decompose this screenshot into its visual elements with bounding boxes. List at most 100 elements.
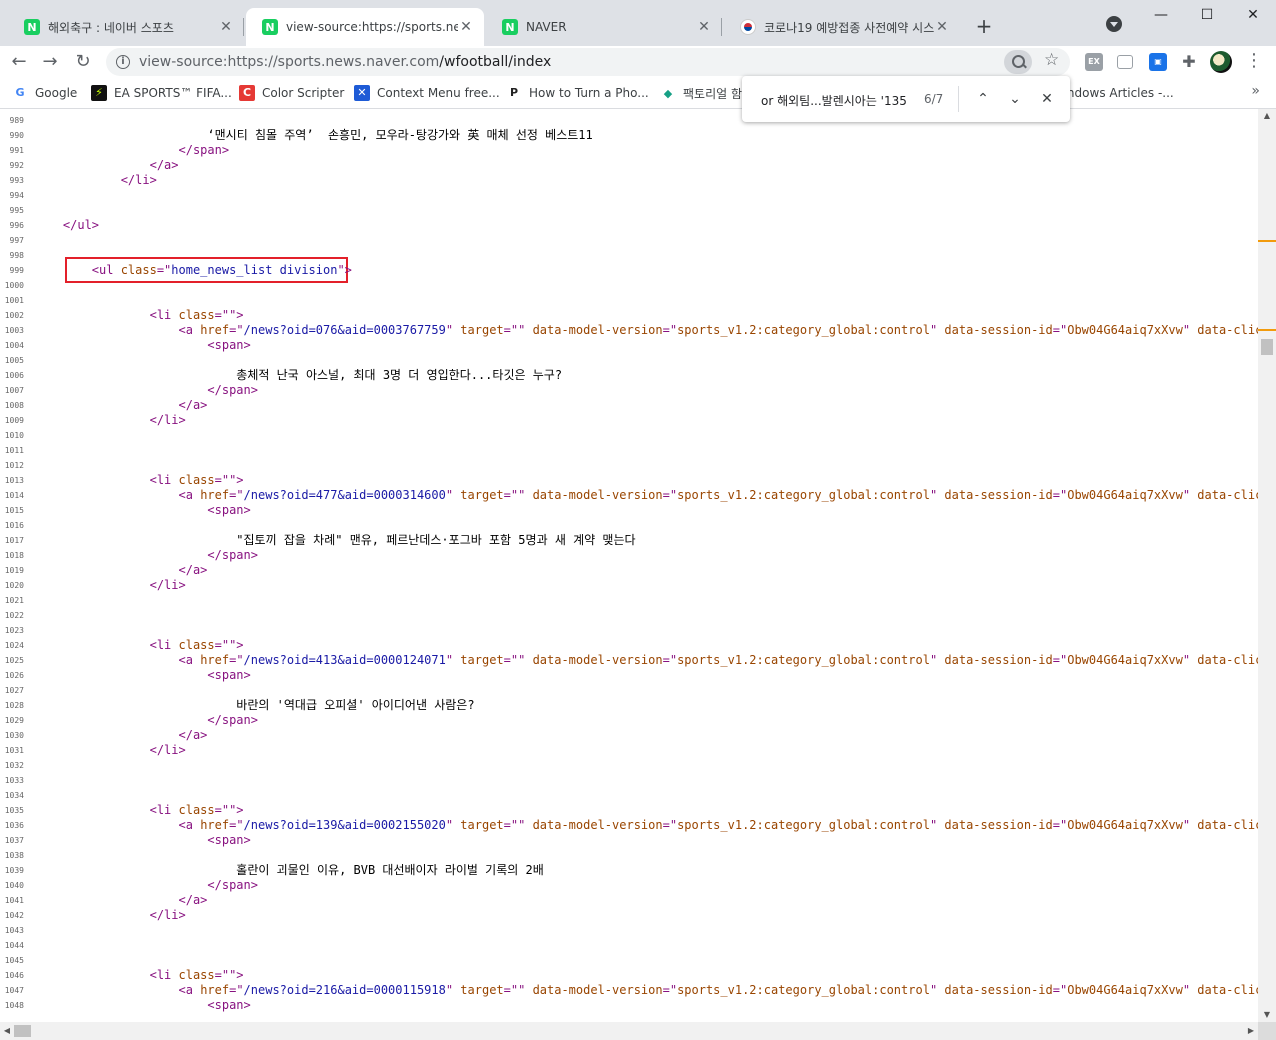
- line-number: 991: [9, 146, 24, 155]
- url-prefix: view-source:https://sports.news.naver.co…: [139, 54, 440, 70]
- line-code: <span>: [207, 338, 251, 352]
- color-scripter-icon: C: [239, 85, 255, 101]
- extension-window-icon[interactable]: [1117, 55, 1133, 69]
- horizontal-scrollbar[interactable]: ◀ ▶: [0, 1022, 1258, 1040]
- line-code: <a href="/news?oid=477&aid=0000314600" t…: [178, 488, 1259, 502]
- bookmark-star-icon[interactable]: ☆: [1044, 50, 1059, 70]
- bookmark-context-menu[interactable]: ✕ Context Menu free...: [354, 85, 500, 101]
- line-number: 992: [9, 161, 24, 170]
- bookmark-label: 팩토리얼 함: [683, 87, 743, 101]
- line-code: </span>: [207, 713, 258, 727]
- bookmark-color-scripter[interactable]: C Color Scripter: [239, 85, 344, 101]
- line-number: 1011: [4, 446, 24, 455]
- find-previous-button[interactable]: ⌃: [971, 87, 995, 111]
- line-number: 1044: [4, 941, 24, 950]
- extension-ex-icon[interactable]: EX: [1085, 53, 1103, 71]
- scroll-down-arrow-icon[interactable]: ▼: [1258, 1008, 1276, 1022]
- back-button[interactable]: ←: [5, 50, 33, 74]
- scrollbar-corner: [1258, 1022, 1276, 1040]
- vertical-scrollbar[interactable]: ▲ ▼: [1258, 109, 1276, 1022]
- tab-covid-vaccine[interactable]: 코로나19 예방접종 사전예약 시스템 ✕: [724, 8, 960, 46]
- tab-close-icon[interactable]: ✕: [458, 19, 474, 35]
- line-number: 1010: [4, 431, 24, 440]
- address-bar[interactable]: i view-source:https://sports.news.naver.…: [106, 48, 1070, 76]
- line-number: 1002: [4, 311, 24, 320]
- line-number: 1013: [4, 476, 24, 485]
- line-number: 1026: [4, 671, 24, 680]
- korea-flag-icon: [740, 19, 756, 35]
- tab-search-icon[interactable]: [1106, 16, 1122, 32]
- find-input[interactable]: or 해외팀...발렌시아는 '135: [761, 92, 907, 109]
- line-code: <span>: [207, 833, 251, 847]
- profile-avatar[interactable]: [1210, 51, 1232, 73]
- line-number: 1003: [4, 326, 24, 335]
- factorial-icon: ◆: [663, 86, 673, 100]
- vertical-scroll-thumb[interactable]: [1261, 339, 1273, 355]
- url-text[interactable]: view-source:https://sports.news.naver.co…: [139, 54, 551, 70]
- extension-translate-icon[interactable]: ▣: [1149, 53, 1167, 71]
- bookmark-label: Color Scripter: [262, 86, 345, 100]
- line-code: </a>: [178, 398, 208, 412]
- line-number: 1029: [4, 716, 24, 725]
- bookmark-windows-articles[interactable]: Windows Articles -...: [1052, 85, 1174, 101]
- more-bookmarks-icon[interactable]: »: [1251, 83, 1260, 99]
- line-code: </span>: [207, 383, 258, 397]
- chrome-menu-icon[interactable]: ⋮: [1245, 50, 1263, 71]
- bookmark-ea-sports-fifa[interactable]: ⚡ EA SPORTS™ FIFA...: [91, 85, 232, 101]
- tab-separator: [243, 18, 244, 36]
- line-number: 1012: [4, 461, 24, 470]
- line-number: 997: [9, 236, 24, 245]
- line-number: 1048: [4, 1001, 24, 1010]
- scroll-right-arrow-icon[interactable]: ▶: [1244, 1022, 1258, 1040]
- line-number: 1019: [4, 566, 24, 575]
- maximize-button[interactable]: ☐: [1184, 0, 1230, 30]
- line-code: </li>: [149, 578, 186, 592]
- line-code: <li class="">: [149, 308, 244, 322]
- tab-title: view-source:https://sports.news.naver.co…: [286, 20, 458, 34]
- tab-strip: N 해외축구 : 네이버 스포츠 ✕ N view-source:https:/…: [0, 0, 1276, 46]
- tab-view-source[interactable]: N view-source:https://sports.news.naver.…: [246, 8, 484, 46]
- tab-separator: [721, 18, 722, 36]
- minimize-button[interactable]: —: [1138, 0, 1184, 30]
- bookmark-google[interactable]: G Google: [12, 85, 77, 101]
- scroll-up-arrow-icon[interactable]: ▲: [1258, 109, 1276, 123]
- tab-naver-sports[interactable]: N 해외축구 : 네이버 스포츠 ✕: [8, 8, 244, 46]
- bookmark-factorial[interactable]: ◆ 팩토리얼 함: [660, 85, 742, 102]
- source-code-view[interactable]: 989 990 ‘맨시티 침몰 주역’ 손흥민, 모우라-탕강가와 英 매체 선정…: [0, 109, 1258, 1022]
- extensions-puzzle-icon[interactable]: ✚: [1180, 53, 1198, 71]
- bookmark-label: Context Menu free...: [377, 86, 500, 100]
- tab-title: 해외축구 : 네이버 스포츠: [48, 20, 174, 35]
- naver-favicon-icon: N: [24, 19, 40, 35]
- new-tab-button[interactable]: +: [970, 12, 998, 40]
- find-close-button[interactable]: ✕: [1035, 87, 1059, 111]
- line-number: 1041: [4, 896, 24, 905]
- tab-close-icon[interactable]: ✕: [934, 19, 950, 35]
- tab-close-icon[interactable]: ✕: [218, 19, 234, 35]
- forward-button[interactable]: →: [36, 50, 64, 74]
- line-number: 1009: [4, 416, 24, 425]
- url-path: /wfootball/index: [439, 54, 552, 70]
- tab-naver[interactable]: N NAVER ✕: [486, 8, 722, 46]
- find-next-button[interactable]: ⌄: [1003, 87, 1027, 111]
- reload-button[interactable]: ↻: [69, 50, 97, 74]
- bookmark-how-to-turn[interactable]: P How to Turn a Pho...: [506, 85, 649, 101]
- tab-close-icon[interactable]: ✕: [696, 19, 712, 35]
- line-code: </a>: [178, 893, 208, 907]
- line-number: 999: [9, 266, 24, 275]
- line-code: 총체적 난국 아스널, 최대 3명 더 영입한다...타깃은 누구?: [236, 368, 563, 382]
- naver-favicon-icon: N: [262, 19, 278, 35]
- line-code: <span>: [207, 668, 251, 682]
- line-number: 1042: [4, 911, 24, 920]
- line-number: 1015: [4, 506, 24, 515]
- line-code: <span>: [207, 998, 251, 1012]
- scroll-left-arrow-icon[interactable]: ◀: [0, 1022, 14, 1040]
- find-in-page-icon[interactable]: [1004, 50, 1032, 74]
- close-window-button[interactable]: ✕: [1230, 0, 1276, 30]
- context-menu-icon: ✕: [354, 85, 370, 101]
- line-code: "집토끼 잡을 차례" 맨유, 페르난데스·포그바 포함 5명과 새 계약 맺는…: [236, 533, 636, 547]
- line-number: 1027: [4, 686, 24, 695]
- site-info-icon[interactable]: i: [116, 55, 130, 69]
- line-code: </span>: [178, 143, 230, 157]
- horizontal-scroll-thumb[interactable]: [14, 1025, 31, 1037]
- line-number: 1045: [4, 956, 24, 965]
